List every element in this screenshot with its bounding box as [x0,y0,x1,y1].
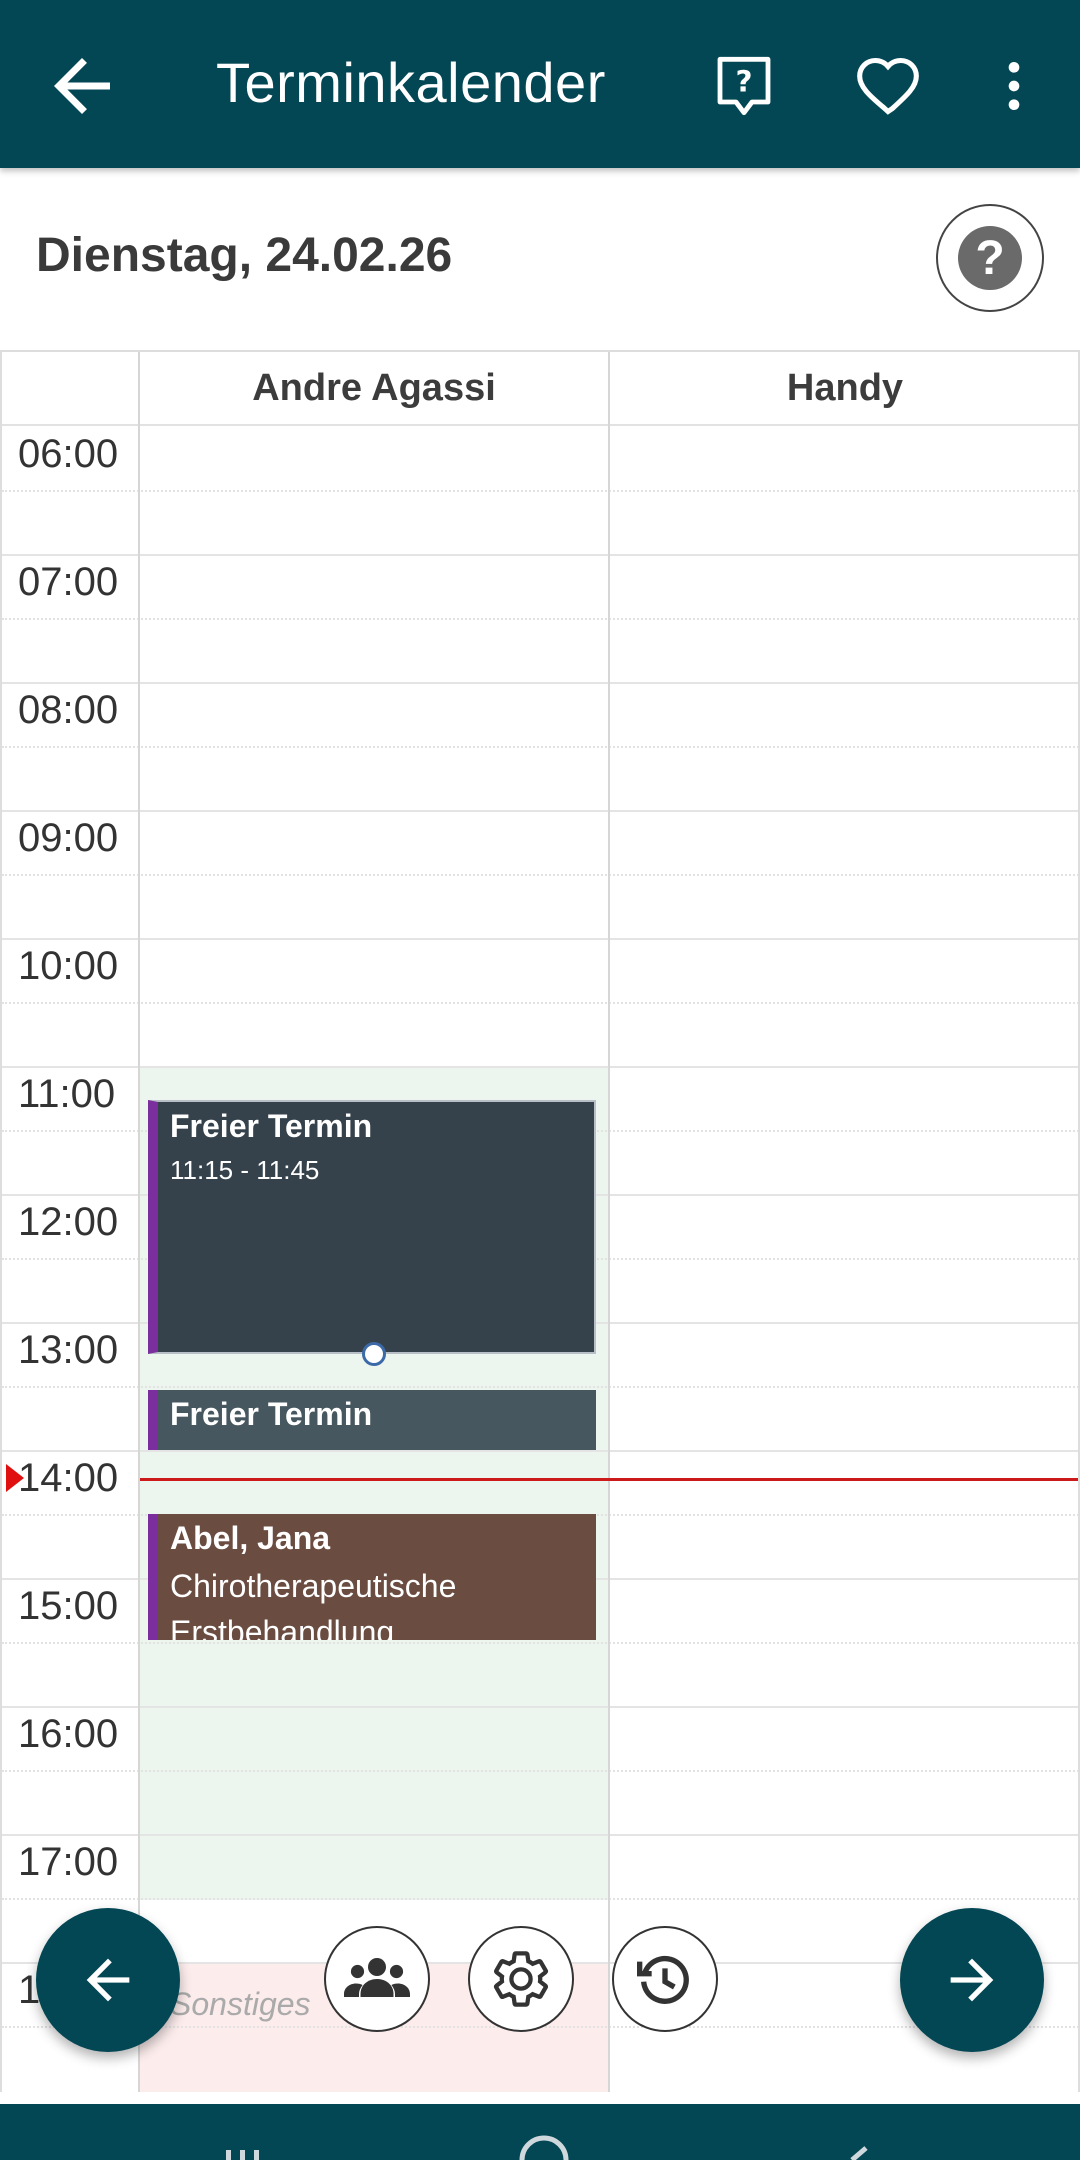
event-resize-handle[interactable] [362,1342,386,1366]
half-hour-line [2,1642,1078,1644]
help-bubble-icon: ? [717,56,771,116]
hour-label: 16:00 [18,1712,119,1756]
half-hour-line [2,746,1078,748]
help-button[interactable]: ? [702,44,786,128]
previous-day-button[interactable] [36,1908,180,2052]
sonstiges-label: Sonstiges [170,1986,311,2022]
half-hour-line [2,874,1078,876]
history-icon [637,1955,689,2004]
page-title: Terminkalender [216,51,606,114]
half-hour-line [2,1386,1078,1388]
half-hour-line [2,1002,1078,1004]
current-time-marker-icon [6,1464,24,1492]
hour-line [2,1834,1078,1836]
event-title: Freier Termin [170,1108,373,1144]
hour-line [2,810,1078,812]
more-vert-icon [1008,62,1020,110]
calendar-help-button[interactable]: ? [936,204,1044,312]
heart-icon [857,57,919,115]
system-navigation-bar [0,2104,1080,2160]
history-button[interactable] [612,1926,718,2032]
event-free-slot-2[interactable]: Freier Termin [148,1390,596,1450]
system-back-icon[interactable] [850,2146,868,2160]
hour-line [2,938,1078,940]
hour-line [2,1706,1078,1708]
arrow-right-icon [950,1958,994,2002]
hour-label: 06:00 [18,432,119,476]
app-root: Terminkalender ? Dienstag, 24.02.26 ? So… [0,0,1080,2160]
hour-label: 12:00 [18,1200,119,1244]
hour-line [2,1450,1078,1452]
time-column-divider [138,352,140,2092]
favorite-button[interactable] [846,44,930,128]
current-date: Dienstag, 24.02.26 [36,229,453,282]
next-day-button[interactable] [900,1908,1044,2052]
event-free-slot[interactable]: Freier Termin 11:15 - 11:45 [148,1100,596,1354]
half-hour-line [2,1898,1078,1900]
hour-line [2,554,1078,556]
hour-label: 11:00 [18,1072,116,1116]
time-header-cell [2,352,138,426]
settings-button[interactable] [468,1926,574,2032]
resources-button[interactable] [324,1926,430,2032]
gear-icon [493,1951,549,2007]
hour-line [2,1066,1078,1068]
hour-label: 13:00 [18,1328,119,1372]
half-hour-line [2,1770,1078,1772]
event-patient-appointment[interactable]: Abel, Jana Chirotherapeutische Erstbehan… [148,1514,596,1640]
event-title: Freier Termin [170,1396,373,1432]
back-button[interactable] [40,44,124,128]
half-hour-line [2,490,1078,492]
current-time-line [140,1478,1078,1481]
nav-icons [226,2135,868,2160]
column-divider [608,352,610,2092]
recent-apps-icon[interactable] [226,2150,259,2160]
arrow-left-icon [54,58,110,114]
hour-label: 09:00 [18,816,119,860]
more-options-button[interactable] [972,44,1056,128]
svg-text:?: ? [735,64,752,98]
column-header-andre-agassi[interactable]: Andre Agassi [140,352,608,426]
event-time: 11:15 - 11:45 [170,1155,320,1185]
hour-label: 10:00 [18,944,119,988]
date-header: Dienstag, 24.02.26 ? [0,168,1080,350]
hour-label: 14:00 [18,1456,119,1500]
home-icon[interactable] [519,2135,569,2160]
calendar-grid[interactable]: Sonstiges 06:00 07:00 08:00 09:00 10:00 11:00… [0,350,1080,2092]
arrow-left-icon [86,1958,130,2002]
half-hour-line [2,618,1078,620]
hour-line [2,682,1078,684]
hour-label: 15:00 [18,1584,119,1628]
hour-label: 07:00 [18,560,119,604]
group-icon [344,1958,410,1997]
app-bar: Terminkalender ? [0,0,1080,168]
question-icon: ? [958,226,1022,290]
column-header-handy[interactable]: Handy [610,352,1078,426]
event-patient-name: Abel, Jana [170,1520,331,1556]
hour-label: 17:00 [18,1840,119,1884]
event-description: Chirotherapeutische Erstbehandlung [170,1568,457,1640]
hour-label: 08:00 [18,688,119,732]
